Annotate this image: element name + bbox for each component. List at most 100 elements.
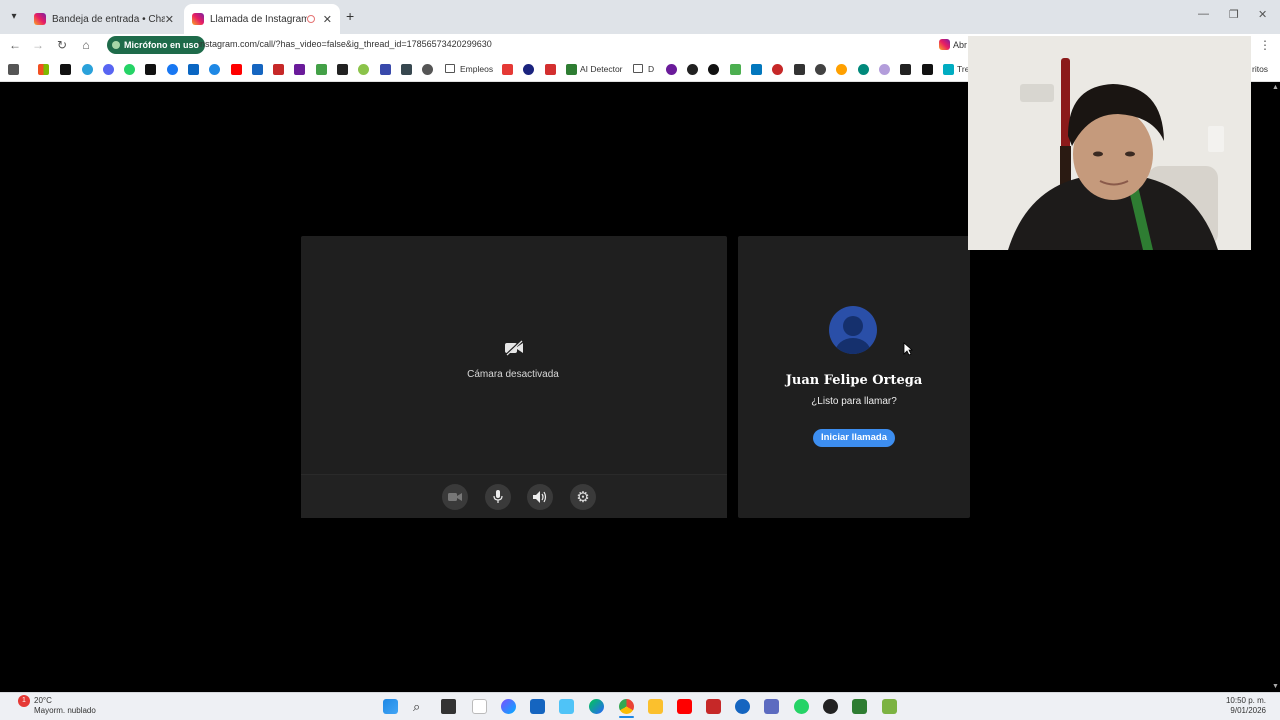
task-view-icon[interactable] (441, 699, 456, 714)
restore-icon[interactable]: ❐ (1229, 8, 1239, 21)
chrome-icon[interactable] (619, 699, 634, 714)
bookmark-site-icon[interactable] (523, 64, 534, 75)
bookmark-site-icon[interactable] (730, 64, 741, 75)
store-icon[interactable] (530, 699, 545, 714)
bookmark-site-icon[interactable] (900, 64, 911, 75)
window-close-icon[interactable]: ✕ (1258, 8, 1267, 21)
forward-arrow-icon[interactable]: → (31, 38, 45, 52)
close-icon[interactable]: ✕ (323, 13, 332, 26)
start-call-button[interactable]: Iniciar llamada (813, 429, 895, 447)
youtube-icon[interactable] (231, 64, 242, 75)
microphone-toggle-button[interactable] (485, 484, 511, 510)
outlook-icon[interactable] (735, 699, 750, 714)
microsoft-icon[interactable] (38, 64, 49, 75)
snipping-tool-icon[interactable] (559, 699, 574, 714)
bookmark-ai-detector[interactable]: AI Detector (580, 64, 623, 74)
bookmark-site-icon[interactable] (337, 64, 348, 75)
camera-toggle-button[interactable] (442, 484, 468, 510)
bookmark-site-icon[interactable] (316, 64, 327, 75)
scroll-up-icon[interactable]: ▲ (1272, 84, 1279, 91)
windows-start-icon[interactable] (383, 699, 398, 714)
address-bar[interactable]: instagram.com/call/?has_video=false&ig_t… (198, 39, 492, 49)
tab-label: Bandeja de entrada • Chats (52, 13, 165, 25)
page-scrollbar[interactable]: ▲ ▼ (1271, 82, 1280, 692)
weather-widget[interactable]: 20°C Mayorm. nublado (22, 696, 96, 716)
apps-grid-icon[interactable] (8, 64, 19, 75)
back-arrow-icon[interactable]: ← (8, 38, 22, 52)
mic-indicator-label: Micrófono en uso (124, 40, 199, 50)
weather-temp: 20°C (34, 696, 52, 705)
folder-icon (633, 64, 643, 73)
microphone-icon (112, 41, 120, 49)
wps-icon[interactable] (706, 699, 721, 714)
minimize-icon[interactable]: — (1198, 8, 1209, 20)
speaker-toggle-button[interactable] (527, 484, 553, 510)
tab-inbox-chats[interactable]: Bandeja de entrada • Chats ✕ (26, 4, 182, 34)
mouse-cursor-icon (903, 342, 913, 356)
system-clock[interactable]: 10:50 p. m. 9/01/2026 (1226, 696, 1266, 716)
bookmark-site-icon[interactable] (858, 64, 869, 75)
file-explorer-icon[interactable] (648, 699, 663, 714)
whatsapp-icon[interactable] (794, 699, 809, 714)
bookmark-folder-empleos[interactable]: Empleos (460, 64, 493, 74)
microphone-icon (493, 490, 503, 503)
edge-icon[interactable] (589, 699, 604, 714)
bookmark-site-icon[interactable] (836, 64, 847, 75)
bookmark-site-icon[interactable] (687, 64, 698, 75)
bookmark-site-icon[interactable] (502, 64, 513, 75)
whatsapp-icon[interactable] (124, 64, 135, 75)
discord-icon[interactable] (103, 64, 114, 75)
webcam-person-image (968, 36, 1251, 250)
bookmark-site-icon[interactable] (358, 64, 369, 75)
call-controls-bar (301, 474, 727, 518)
copilot-icon[interactable] (501, 699, 516, 714)
home-icon[interactable]: ⌂ (79, 38, 93, 52)
new-tab-plus-icon[interactable]: + (346, 8, 354, 24)
tiktok-icon[interactable] (145, 64, 156, 75)
bookmark-folder-d[interactable]: D (648, 64, 654, 74)
browser-tab-strip: ▾ Bandeja de entrada • Chats ✕ Llamada d… (0, 0, 1280, 34)
bookmark-site-icon[interactable] (772, 64, 783, 75)
bookmark-site-icon[interactable] (815, 64, 826, 75)
bookmark-site-icon[interactable] (252, 64, 263, 75)
tab-search-chevron-icon[interactable]: ▾ (6, 9, 22, 25)
bookmark-site-icon[interactable] (943, 64, 954, 75)
microphone-in-use-pill[interactable]: Micrófono en uso (107, 36, 205, 54)
linkedin-icon[interactable] (188, 64, 199, 75)
bookmark-site-icon[interactable] (209, 64, 220, 75)
bookmark-site-icon[interactable] (401, 64, 412, 75)
tab-instagram-call[interactable]: Llamada de Instagram ✕ (184, 4, 340, 34)
notepad-icon[interactable] (472, 699, 487, 714)
bookmark-site-icon[interactable] (751, 64, 762, 75)
bookmark-site-icon[interactable] (879, 64, 890, 75)
close-icon[interactable]: ✕ (165, 13, 174, 26)
bookmark-site-icon[interactable] (922, 64, 933, 75)
browser-menu-icon[interactable]: ⋮ (1258, 38, 1272, 52)
bookmark-site-icon[interactable] (666, 64, 677, 75)
minecraft-launcher-icon[interactable] (882, 699, 897, 714)
bookmark-others[interactable]: ritos (1252, 64, 1268, 74)
settings-button[interactable]: ⚙ (570, 484, 596, 510)
scroll-down-icon[interactable]: ▼ (1272, 683, 1279, 690)
search-icon[interactable]: ⌕ (413, 699, 428, 714)
minecraft-icon[interactable] (852, 699, 867, 714)
bookmark-site-icon[interactable] (422, 64, 433, 75)
bookmark-site-icon[interactable] (545, 64, 556, 75)
reload-icon[interactable]: ↻ (55, 38, 69, 52)
x-icon[interactable] (60, 64, 71, 75)
folder-icon (445, 64, 455, 73)
bookmark-site-icon[interactable] (294, 64, 305, 75)
webcam-overlay (968, 36, 1251, 250)
bookmark-site-icon[interactable] (708, 64, 719, 75)
bookmark-site-icon[interactable] (273, 64, 284, 75)
camera-off-icon (505, 340, 523, 356)
bookmark-site-icon[interactable] (794, 64, 805, 75)
gear-icon: ⚙ (576, 489, 590, 506)
facebook-icon[interactable] (167, 64, 178, 75)
bookmark-site-icon[interactable] (380, 64, 391, 75)
obs-icon[interactable] (823, 699, 838, 714)
teams-icon[interactable] (764, 699, 779, 714)
telegram-icon[interactable] (82, 64, 93, 75)
extension-button[interactable]: Abr (939, 39, 967, 50)
youtube-icon[interactable] (677, 699, 692, 714)
